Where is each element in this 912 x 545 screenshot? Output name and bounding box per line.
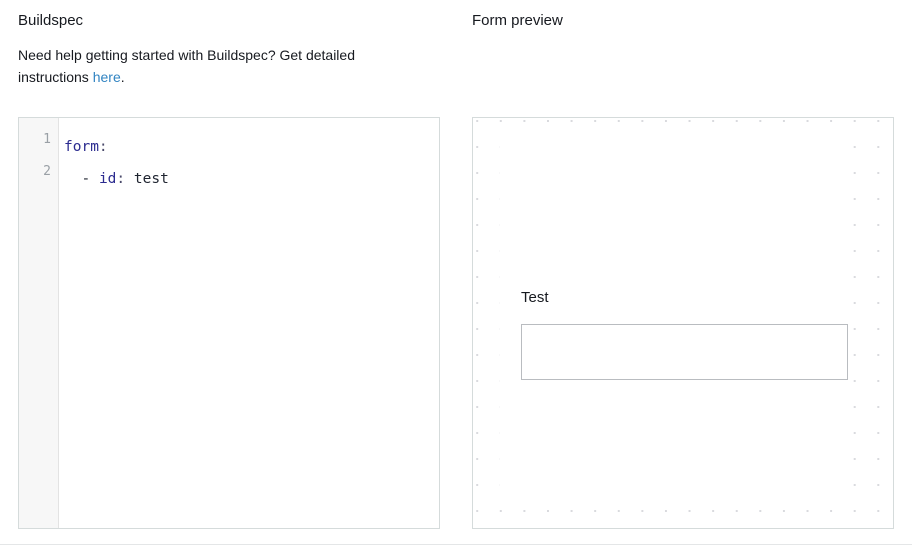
yaml-indent xyxy=(64,171,81,187)
yaml-list-dash: - xyxy=(81,171,99,187)
help-text-lead: Need help getting started with Buildspec… xyxy=(18,47,355,85)
yaml-key: form xyxy=(64,139,99,155)
help-text-trail: . xyxy=(120,69,125,85)
buildspec-help-link[interactable]: here xyxy=(93,69,121,85)
line-number: 1 xyxy=(43,132,51,147)
yaml-value: test xyxy=(133,171,169,187)
line-number: 2 xyxy=(43,164,51,179)
yaml-colon: : xyxy=(98,139,108,155)
buildspec-help-text: Need help getting started with Buildspec… xyxy=(18,44,428,88)
buildspec-code-editor[interactable]: 1 2 form: - id: test xyxy=(18,117,440,529)
yaml-key: id xyxy=(98,171,117,187)
form-field-input-test[interactable] xyxy=(521,324,848,380)
form-preview-section-title: Form preview xyxy=(472,12,563,29)
form-field-label-test: Test xyxy=(521,289,549,306)
editor-code-area[interactable]: form: - id: test xyxy=(60,118,439,528)
buildspec-form-preview-page: Buildspec Need help getting started with… xyxy=(0,0,912,545)
buildspec-section-title: Buildspec xyxy=(18,12,84,29)
editor-line-number-gutter: 1 2 xyxy=(19,118,59,528)
form-preview-canvas: Test xyxy=(472,117,894,529)
yaml-colon: : xyxy=(116,171,126,187)
